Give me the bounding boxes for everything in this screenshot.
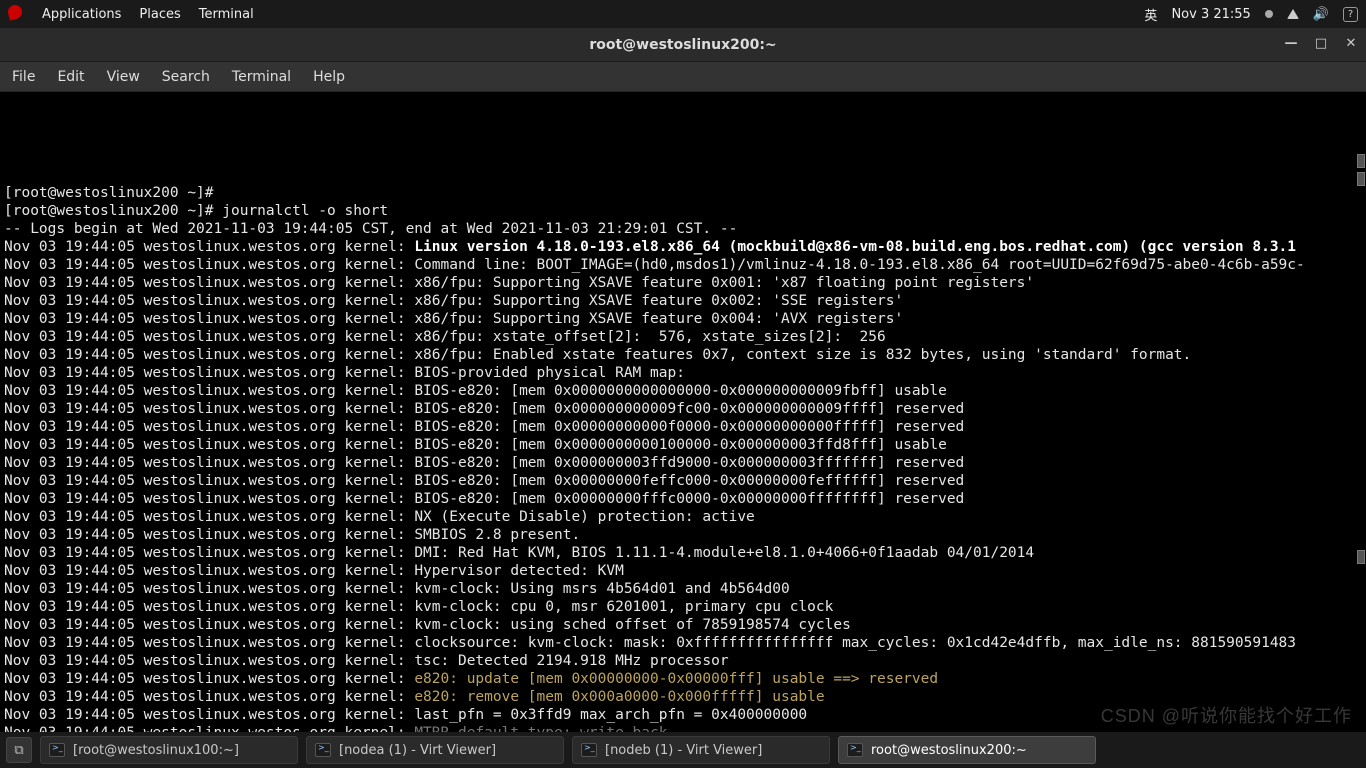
distro-logo-icon: [8, 5, 24, 23]
log-line: Nov 03 19:44:05 westoslinux.westos.org k…: [4, 400, 1362, 418]
menu-search[interactable]: Search: [162, 69, 210, 85]
volume-icon[interactable]: [1313, 7, 1329, 22]
close-button[interactable]: ✕: [1342, 36, 1360, 54]
log-line: [root@westoslinux200 ~]# journalctl -o s…: [4, 202, 1362, 220]
window-titlebar[interactable]: root@westoslinux200:~ — □ ✕: [0, 28, 1366, 62]
taskbar-item-label: [root@westoslinux100:~]: [73, 743, 239, 758]
menu-help[interactable]: Help: [313, 69, 345, 85]
terminal-menu[interactable]: Terminal: [199, 7, 254, 22]
taskbar-item-3[interactable]: root@westoslinux200:~: [838, 736, 1096, 764]
help-icon[interactable]: ?: [1343, 7, 1358, 22]
network-icon[interactable]: [1287, 9, 1299, 19]
taskbar-item-2[interactable]: [nodeb (1) - Virt Viewer]: [572, 736, 830, 764]
log-line: Nov 03 19:44:05 westoslinux.westos.org k…: [4, 634, 1362, 652]
log-line: Nov 03 19:44:05 westoslinux.westos.org k…: [4, 328, 1362, 346]
minimize-button[interactable]: —: [1282, 36, 1300, 54]
watermark-text: CSDN @听说你能找个好工作: [1101, 702, 1352, 728]
menu-terminal[interactable]: Terminal: [232, 69, 291, 85]
log-line: Nov 03 19:44:05 westoslinux.westos.org k…: [4, 364, 1362, 382]
log-line: Nov 03 19:44:05 westoslinux.westos.org k…: [4, 310, 1362, 328]
log-line: Nov 03 19:44:05 westoslinux.westos.org k…: [4, 382, 1362, 400]
menu-file[interactable]: File: [12, 69, 35, 85]
log-line: Nov 03 19:44:05 westoslinux.westos.org k…: [4, 652, 1362, 670]
log-line: Nov 03 19:44:05 westoslinux.westos.org k…: [4, 580, 1362, 598]
terminal-window: root@westoslinux200:~ — □ ✕ File Edit Vi…: [0, 28, 1366, 732]
log-line: Nov 03 19:44:05 westoslinux.westos.org k…: [4, 670, 1362, 688]
log-line: Nov 03 19:44:05 westoslinux.westos.org k…: [4, 346, 1362, 364]
log-line: Nov 03 19:44:05 westoslinux.westos.org k…: [4, 508, 1362, 526]
terminal-menubar: File Edit View Search Terminal Help: [0, 62, 1366, 92]
terminal-icon: [315, 743, 331, 757]
log-line: [root@westoslinux200 ~]#: [4, 184, 1362, 202]
taskbar-item-label: [nodeb (1) - Virt Viewer]: [605, 743, 762, 758]
scroll-indicator-icon: [1357, 154, 1365, 168]
terminal-icon: [581, 743, 597, 757]
log-line: Nov 03 19:44:05 westoslinux.westos.org k…: [4, 256, 1362, 274]
terminal-icon: [49, 743, 65, 757]
scroll-indicator-icon: [1357, 550, 1365, 564]
terminal-icon: [847, 743, 863, 757]
menu-edit[interactable]: Edit: [57, 69, 84, 85]
log-line: Nov 03 19:44:05 westoslinux.westos.org k…: [4, 454, 1362, 472]
clock[interactable]: Nov 3 21:55: [1171, 7, 1250, 22]
log-line: Nov 03 19:44:05 westoslinux.westos.org k…: [4, 490, 1362, 508]
log-line: Nov 03 19:44:05 westoslinux.westos.org k…: [4, 436, 1362, 454]
status-dot-icon: [1265, 10, 1273, 18]
maximize-button[interactable]: □: [1312, 36, 1330, 54]
log-line: Nov 03 19:44:05 westoslinux.westos.org k…: [4, 616, 1362, 634]
log-line: -- Logs begin at Wed 2021-11-03 19:44:05…: [4, 220, 1362, 238]
log-line: Nov 03 19:44:05 westoslinux.westos.org k…: [4, 418, 1362, 436]
window-title: root@westoslinux200:~: [589, 37, 776, 53]
taskbar-item-0[interactable]: [root@westoslinux100:~]: [40, 736, 298, 764]
log-line: Nov 03 19:44:05 westoslinux.westos.org k…: [4, 526, 1362, 544]
log-line: Nov 03 19:44:05 westoslinux.westos.org k…: [4, 562, 1362, 580]
taskbar-item-1[interactable]: [nodea (1) - Virt Viewer]: [306, 736, 564, 764]
places-menu[interactable]: Places: [139, 7, 180, 22]
gnome-top-panel: Applications Places Terminal 英 Nov 3 21:…: [0, 0, 1366, 28]
menu-view[interactable]: View: [107, 69, 140, 85]
taskbar-item-label: [nodea (1) - Virt Viewer]: [339, 743, 496, 758]
log-line: Nov 03 19:44:05 westoslinux.westos.org k…: [4, 238, 1362, 256]
window-list-button[interactable]: ⧉: [6, 737, 32, 763]
log-line: Nov 03 19:44:05 westoslinux.westos.org k…: [4, 544, 1362, 562]
log-line: Nov 03 19:44:05 westoslinux.westos.org k…: [4, 472, 1362, 490]
log-line: Nov 03 19:44:05 westoslinux.westos.org k…: [4, 292, 1362, 310]
log-line: Nov 03 19:44:05 westoslinux.westos.org k…: [4, 598, 1362, 616]
taskbar-item-label: root@westoslinux200:~: [871, 743, 1027, 758]
applications-menu[interactable]: Applications: [42, 7, 121, 22]
ime-indicator[interactable]: 英: [1144, 5, 1157, 24]
log-line: Nov 03 19:44:05 westoslinux.westos.org k…: [4, 274, 1362, 292]
scroll-indicator-icon: [1357, 172, 1365, 186]
terminal-output[interactable]: [root@westoslinux200 ~]#[root@westoslinu…: [0, 92, 1366, 732]
bottom-taskbar: ⧉ [root@westoslinux100:~] [nodea (1) - V…: [0, 732, 1366, 768]
